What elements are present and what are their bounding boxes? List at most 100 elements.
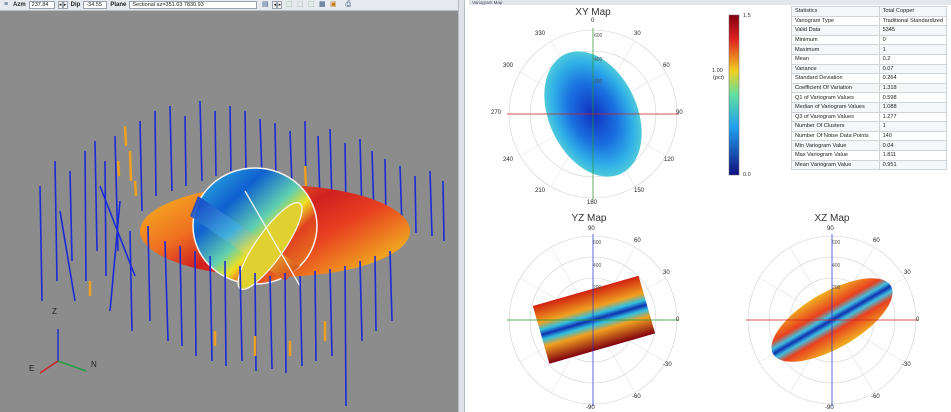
clip-icon[interactable]: ▣: [329, 1, 337, 9]
colorbar-max: 1.5: [743, 13, 751, 19]
3d-viewport[interactable]: Z E N: [0, 11, 458, 412]
stat-name: Number Of Noise Data Points: [791, 130, 880, 142]
table-row[interactable]: Median of Variogram Values 1.088: [791, 101, 948, 113]
table-row[interactable]: Maximum 1: [791, 44, 948, 55]
stat-value: 1.811: [878, 149, 948, 161]
table-row[interactable]: Max Variogram Value 1.811: [791, 149, 948, 161]
table-row[interactable]: Min Variogram Value 0.04: [791, 140, 948, 151]
xz-angle-minus30: -30: [902, 362, 911, 368]
plane-stepper[interactable]: ◂ ▸: [272, 1, 283, 9]
xz-radius-600: 600: [832, 240, 841, 246]
yz-map-plot: [507, 234, 679, 406]
azm-input[interactable]: [28, 1, 55, 9]
xz-angle-60: 60: [873, 238, 880, 244]
yz-angle-minus30: -30: [663, 362, 672, 368]
xy-angle-300: 300: [503, 63, 514, 69]
xy-angle-0: 0: [591, 18, 595, 24]
stat-name: Min Variogram Value: [791, 140, 880, 151]
xy-angle-180: 180: [587, 200, 598, 206]
yz-angle-60: 60: [634, 238, 641, 244]
3d-scene: [39, 100, 445, 407]
colorbar-min: 0.0: [743, 172, 751, 178]
stat-value: 0.951: [878, 159, 948, 171]
table-row[interactable]: Q3 of Variogram Values 1.277: [791, 111, 948, 123]
move-plane-icon[interactable]: ⬚: [285, 1, 293, 9]
xz-map-plot: [746, 234, 918, 406]
stat-name: Variance: [791, 63, 880, 75]
print-icon[interactable]: ⎙: [344, 1, 352, 9]
yz-angle-0: 0: [676, 317, 680, 323]
stat-name: Minimum: [791, 34, 880, 46]
stat-value: 0.04: [878, 140, 948, 151]
xy-map-plot: [507, 28, 679, 200]
table-row[interactable]: Number Of Clusters 1: [791, 121, 948, 132]
table-row[interactable]: Coefficient Of Variation 1.318: [791, 82, 948, 94]
view-toolbar: ≡ Azm ◂▸ Dip Plane ▤ ◂▸ ⬚ ⬚ ⬚ ▦ ▣ ⎙: [0, 0, 462, 11]
stat-name: Number Of Clusters: [791, 121, 880, 132]
xz-angle-90: 90: [827, 226, 834, 232]
statistics-table: Statistics Total Copper Variogram Type Tr…: [791, 6, 948, 171]
xz-angle-minus90: -90: [825, 405, 834, 411]
align-plane-icon[interactable]: ⬚: [296, 1, 304, 9]
axis-z-label: Z: [52, 307, 57, 316]
table-row[interactable]: Mean Variogram Value 0.951: [791, 159, 948, 171]
plane-options-icon[interactable]: ▦: [318, 1, 326, 9]
colorbar-mid: 1.00: [712, 68, 723, 74]
yz-angle-minus60: -60: [632, 394, 641, 400]
rotate-plane-icon[interactable]: ⬚: [307, 1, 315, 9]
xy-angle-270: 270: [491, 110, 502, 116]
stat-name: Valid Data: [791, 25, 880, 36]
yz-radius-400: 400: [593, 263, 602, 269]
stat-value: Traditional Standardized: [878, 15, 948, 27]
stat-value: 1: [878, 44, 948, 55]
xy-angle-330: 330: [535, 31, 546, 37]
yz-angle-90: 90: [588, 226, 595, 232]
stat-name: Median of Variogram Values: [791, 101, 880, 113]
xy-angle-30: 30: [634, 31, 641, 37]
xy-angle-90: 90: [676, 110, 683, 116]
stat-value: 0.2: [878, 53, 948, 65]
table-row[interactable]: Variogram Type Traditional Standardized: [791, 15, 948, 27]
panel-tab-title[interactable]: Variogram Map: [469, 0, 951, 5]
table-row[interactable]: Mean 0.2: [791, 53, 948, 65]
xz-angle-30: 30: [904, 270, 911, 276]
table-header-row: Statistics Total Copper: [791, 6, 948, 17]
xz-angle-0: 0: [916, 317, 920, 323]
table-row[interactable]: Variance 0.07: [791, 63, 948, 75]
table-row[interactable]: Valid Data 5345: [791, 25, 948, 36]
colorbar: [728, 14, 740, 176]
table-row[interactable]: Standard Deviation 0.264: [791, 73, 948, 84]
table-row[interactable]: Minimum 0: [791, 34, 948, 46]
stats-header-value: Total Copper: [878, 6, 948, 17]
stat-name: Q1 of Variogram Values: [791, 92, 880, 103]
plane-edit-icon[interactable]: ▤: [261, 1, 269, 9]
xy-radius-200: 200: [594, 79, 603, 85]
stat-value: 1: [878, 121, 948, 132]
yz-map-title: YZ Map: [571, 213, 607, 224]
yz-radius-600: 600: [593, 240, 602, 246]
stat-value: 1.277: [878, 111, 948, 123]
table-row[interactable]: Number Of Noise Data Points 140: [791, 130, 948, 142]
xy-angle-120: 120: [664, 157, 675, 163]
xz-radius-200: 200: [832, 285, 841, 291]
xz-angle-minus60: -60: [871, 394, 880, 400]
stat-value: 140: [878, 130, 948, 142]
orientation-axes: [39, 329, 87, 374]
panel-splitter[interactable]: [458, 0, 465, 412]
xy-angle-150: 150: [634, 188, 645, 194]
yz-angle-30: 30: [663, 270, 670, 276]
table-row[interactable]: Q1 of Variogram Values 0.598: [791, 92, 948, 103]
plane-input[interactable]: [129, 1, 258, 9]
stat-value: 1.318: [878, 82, 948, 94]
xz-map-title: XZ Map: [814, 213, 850, 224]
xy-radius-600: 600: [594, 33, 603, 39]
dip-input[interactable]: [83, 1, 108, 9]
azm-stepper[interactable]: ◂ ▸: [57, 1, 68, 9]
xy-angle-240: 240: [503, 157, 514, 163]
azm-label: Azm: [13, 2, 26, 8]
menu-icon[interactable]: ≡: [2, 1, 10, 9]
plane-label: Plane: [110, 2, 127, 8]
stat-value: 0.598: [878, 92, 948, 103]
xy-angle-60: 60: [663, 63, 670, 69]
stat-name: Mean: [791, 53, 880, 65]
